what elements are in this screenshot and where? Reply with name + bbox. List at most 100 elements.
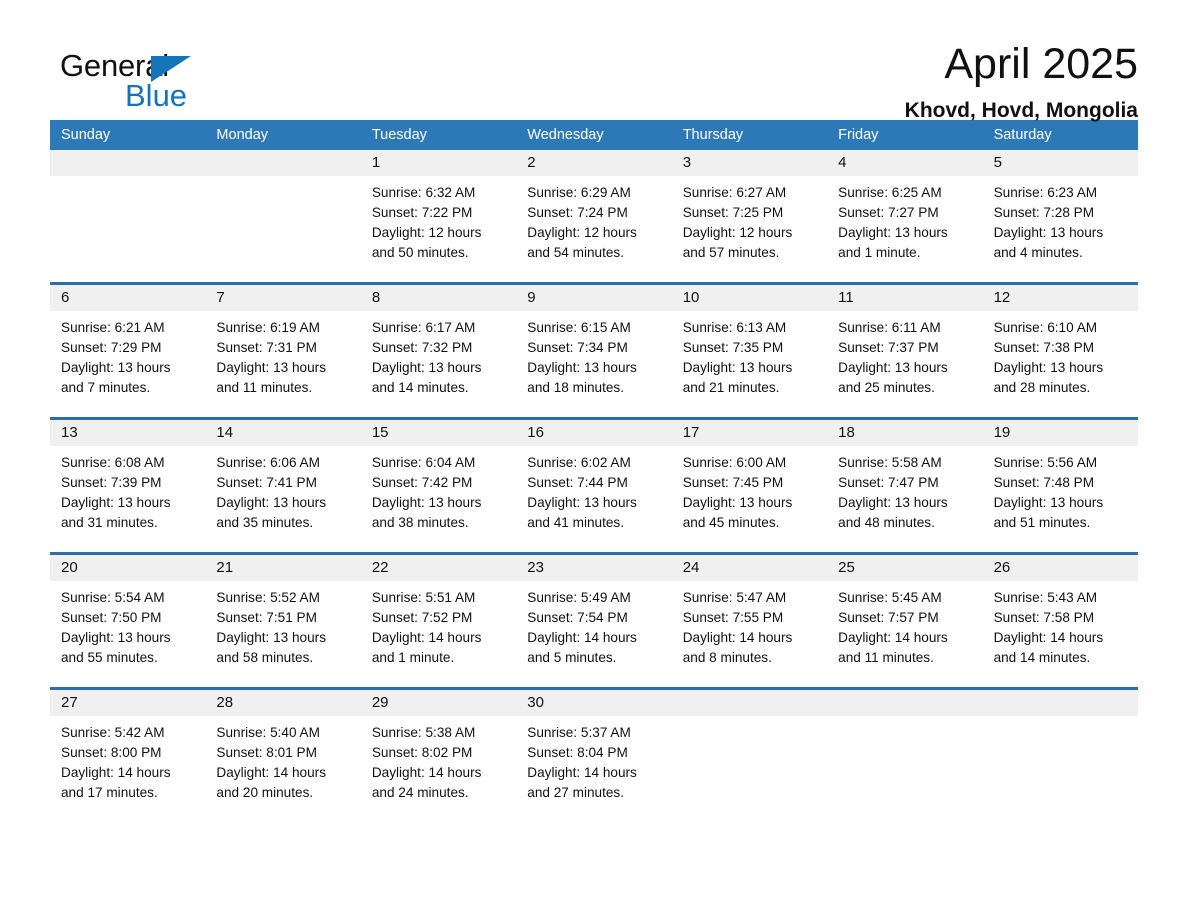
calendar-body: 1 Sunrise: 6:32 AM Sunset: 7:22 PM Daylight… bbox=[50, 150, 1138, 822]
calendar-day-cell[interactable]: 13 Sunrise: 6:08 AM Sunset: 7:39 PM Dayligh… bbox=[50, 420, 206, 552]
calendar-day-cell[interactable]: 10 Sunrise: 6:13 AM Sunset: 7:35 PM Dayligh… bbox=[671, 285, 828, 417]
sunrise-text: Sunrise: 6:10 AM bbox=[993, 320, 1098, 335]
calendar-week-row: 13 Sunrise: 6:08 AM Sunset: 7:39 PM Dayligh… bbox=[50, 417, 1138, 552]
daylight-text: Daylight: 12 hours and 57 minutes. bbox=[682, 225, 793, 260]
daylight-text: Daylight: 13 hours and 35 minutes. bbox=[216, 495, 326, 530]
sunset-text: Sunset: 8:01 PM bbox=[216, 745, 317, 760]
day-details: Sunrise: 5:45 AM Sunset: 7:57 PM Daylight:… bbox=[827, 581, 982, 668]
daylight-text: Daylight: 13 hours and 48 minutes. bbox=[838, 495, 948, 530]
day-number bbox=[50, 150, 206, 176]
day-details: Sunrise: 5:56 AM Sunset: 7:48 PM Daylight:… bbox=[983, 446, 1138, 533]
calendar-day-cell[interactable]: 1 Sunrise: 6:32 AM Sunset: 7:22 PM Daylight… bbox=[360, 150, 517, 282]
calendar-day-cell[interactable]: 6 Sunrise: 6:21 AM Sunset: 7:29 PM Daylight… bbox=[50, 285, 206, 417]
sunset-text: Sunset: 7:39 PM bbox=[61, 475, 162, 490]
sunset-text: Sunset: 8:00 PM bbox=[61, 745, 162, 760]
daylight-text: Daylight: 14 hours and 11 minutes. bbox=[838, 630, 948, 665]
day-number: 29 bbox=[360, 690, 517, 716]
day-details: Sunrise: 6:19 AM Sunset: 7:31 PM Daylight:… bbox=[205, 311, 360, 398]
daylight-text: Daylight: 13 hours and 31 minutes. bbox=[61, 495, 171, 530]
sunset-text: Sunset: 7:29 PM bbox=[61, 340, 162, 355]
weekday-header-monday: Monday bbox=[216, 127, 269, 143]
calendar-day-cell[interactable]: 8 Sunrise: 6:17 AM Sunset: 7:32 PM Daylight… bbox=[360, 285, 517, 417]
daylight-text: Daylight: 14 hours and 14 minutes. bbox=[993, 630, 1104, 665]
calendar-day-cell[interactable]: 23 Sunrise: 5:49 AM Sunset: 7:54 PM Dayligh… bbox=[516, 555, 672, 687]
calendar-day-cell[interactable]: 5 Sunrise: 6:23 AM Sunset: 7:28 PM Daylight… bbox=[982, 150, 1138, 282]
day-number: 7 bbox=[205, 285, 361, 311]
calendar-day-cell[interactable]: 18 Sunrise: 5:58 AM Sunset: 7:47 PM Dayligh… bbox=[827, 420, 983, 552]
day-number bbox=[671, 690, 828, 716]
sunrise-text: Sunrise: 6:25 AM bbox=[838, 185, 942, 200]
daylight-text: Daylight: 13 hours and 51 minutes. bbox=[993, 495, 1104, 530]
calendar-day-cell[interactable]: 7 Sunrise: 6:19 AM Sunset: 7:31 PM Daylight… bbox=[205, 285, 361, 417]
sunset-text: Sunset: 7:34 PM bbox=[527, 340, 628, 355]
day-number: 22 bbox=[360, 555, 517, 581]
day-details: Sunrise: 5:49 AM Sunset: 7:54 PM Daylight:… bbox=[516, 581, 671, 668]
sunset-text: Sunset: 7:27 PM bbox=[838, 205, 939, 220]
calendar-day-cell[interactable]: 20 Sunrise: 5:54 AM Sunset: 7:50 PM Dayligh… bbox=[50, 555, 206, 687]
calendar-empty-cell bbox=[671, 690, 828, 822]
day-number: 28 bbox=[205, 690, 361, 716]
day-number: 8 bbox=[360, 285, 517, 311]
calendar-day-cell[interactable]: 30 Sunrise: 5:37 AM Sunset: 8:04 PM Dayligh… bbox=[516, 690, 672, 822]
calendar-day-cell[interactable]: 16 Sunrise: 6:02 AM Sunset: 7:44 PM Dayligh… bbox=[516, 420, 672, 552]
calendar-empty-cell bbox=[827, 690, 983, 822]
daylight-text: Daylight: 13 hours and 18 minutes. bbox=[527, 360, 637, 395]
general-blue-logo: General Blue bbox=[50, 42, 250, 116]
daylight-text: Daylight: 13 hours and 58 minutes. bbox=[216, 630, 326, 665]
calendar-day-cell[interactable]: 9 Sunrise: 6:15 AM Sunset: 7:34 PM Daylight… bbox=[516, 285, 672, 417]
calendar-day-cell[interactable]: 26 Sunrise: 5:43 AM Sunset: 7:58 PM Dayligh… bbox=[982, 555, 1138, 687]
day-details: Sunrise: 6:06 AM Sunset: 7:41 PM Daylight:… bbox=[205, 446, 360, 533]
sunrise-text: Sunrise: 6:17 AM bbox=[371, 320, 476, 335]
sunset-text: Sunset: 7:57 PM bbox=[838, 610, 939, 625]
daylight-text: Daylight: 13 hours and 38 minutes. bbox=[371, 495, 482, 530]
calendar-day-cell[interactable]: 21 Sunrise: 5:52 AM Sunset: 7:51 PM Dayligh… bbox=[205, 555, 361, 687]
daylight-text: Daylight: 13 hours and 4 minutes. bbox=[993, 225, 1104, 260]
day-number: 18 bbox=[827, 420, 983, 446]
sunrise-text: Sunrise: 5:49 AM bbox=[527, 590, 631, 605]
weekday-header-tuesday: Tuesday bbox=[371, 127, 427, 143]
day-number: 6 bbox=[50, 285, 206, 311]
calendar-day-cell[interactable]: 25 Sunrise: 5:45 AM Sunset: 7:57 PM Dayligh… bbox=[827, 555, 983, 687]
calendar-day-cell[interactable]: 28 Sunrise: 5:40 AM Sunset: 8:01 PM Dayligh… bbox=[205, 690, 361, 822]
day-number: 11 bbox=[827, 285, 983, 311]
daylight-text: Daylight: 14 hours and 1 minute. bbox=[371, 630, 482, 665]
daylight-text: Daylight: 13 hours and 11 minutes. bbox=[216, 360, 326, 395]
sunrise-text: Sunrise: 5:56 AM bbox=[993, 455, 1098, 470]
calendar-day-cell[interactable]: 11 Sunrise: 6:11 AM Sunset: 7:37 PM Dayligh… bbox=[827, 285, 983, 417]
daylight-text: Daylight: 12 hours and 50 minutes. bbox=[371, 225, 482, 260]
day-number: 23 bbox=[516, 555, 672, 581]
calendar-week-row: 27 Sunrise: 5:42 AM Sunset: 8:00 PM Dayligh… bbox=[50, 687, 1138, 822]
calendar-day-cell[interactable]: 27 Sunrise: 5:42 AM Sunset: 8:00 PM Dayligh… bbox=[50, 690, 206, 822]
day-details: Sunrise: 6:13 AM Sunset: 7:35 PM Daylight:… bbox=[672, 311, 827, 398]
day-number: 16 bbox=[516, 420, 672, 446]
calendar-day-cell[interactable]: 4 Sunrise: 6:25 AM Sunset: 7:27 PM Daylight… bbox=[827, 150, 983, 282]
day-number: 25 bbox=[827, 555, 983, 581]
day-number: 12 bbox=[982, 285, 1138, 311]
sunset-text: Sunset: 7:44 PM bbox=[527, 475, 628, 490]
calendar-day-cell[interactable]: 14 Sunrise: 6:06 AM Sunset: 7:41 PM Dayligh… bbox=[205, 420, 361, 552]
day-details: Sunrise: 6:21 AM Sunset: 7:29 PM Daylight:… bbox=[50, 311, 205, 398]
calendar-day-cell[interactable]: 24 Sunrise: 5:47 AM Sunset: 7:55 PM Dayligh… bbox=[671, 555, 828, 687]
weekday-header-wednesday: Wednesday bbox=[527, 127, 604, 143]
calendar-day-cell[interactable]: 22 Sunrise: 5:51 AM Sunset: 7:52 PM Dayligh… bbox=[360, 555, 517, 687]
day-details: Sunrise: 6:02 AM Sunset: 7:44 PM Daylight:… bbox=[516, 446, 671, 533]
daylight-text: Daylight: 13 hours and 45 minutes. bbox=[682, 495, 793, 530]
sunset-text: Sunset: 7:47 PM bbox=[838, 475, 939, 490]
day-number: 17 bbox=[671, 420, 828, 446]
sunrise-text: Sunrise: 5:47 AM bbox=[682, 590, 787, 605]
calendar-day-cell[interactable]: 17 Sunrise: 6:00 AM Sunset: 7:45 PM Dayligh… bbox=[671, 420, 828, 552]
calendar-day-cell[interactable]: 29 Sunrise: 5:38 AM Sunset: 8:02 PM Dayligh… bbox=[360, 690, 517, 822]
day-number: 14 bbox=[205, 420, 361, 446]
sunrise-text: Sunrise: 6:04 AM bbox=[371, 455, 476, 470]
calendar-day-cell[interactable]: 3 Sunrise: 6:27 AM Sunset: 7:25 PM Daylight… bbox=[671, 150, 828, 282]
day-details: Sunrise: 5:51 AM Sunset: 7:52 PM Daylight:… bbox=[361, 581, 516, 668]
sunset-text: Sunset: 8:02 PM bbox=[371, 745, 473, 760]
daylight-text: Daylight: 14 hours and 5 minutes. bbox=[527, 630, 637, 665]
calendar-empty-cell bbox=[50, 150, 206, 282]
day-details: Sunrise: 6:27 AM Sunset: 7:25 PM Daylight:… bbox=[672, 176, 827, 263]
calendar-day-cell[interactable]: 15 Sunrise: 6:04 AM Sunset: 7:42 PM Dayligh… bbox=[360, 420, 517, 552]
calendar-day-cell[interactable]: 2 Sunrise: 6:29 AM Sunset: 7:24 PM Daylight… bbox=[516, 150, 672, 282]
calendar-day-cell[interactable]: 19 Sunrise: 5:56 AM Sunset: 7:48 PM Dayligh… bbox=[982, 420, 1138, 552]
calendar-day-cell[interactable]: 12 Sunrise: 6:10 AM Sunset: 7:38 PM Dayligh… bbox=[982, 285, 1138, 417]
daylight-text: Daylight: 13 hours and 28 minutes. bbox=[993, 360, 1104, 395]
